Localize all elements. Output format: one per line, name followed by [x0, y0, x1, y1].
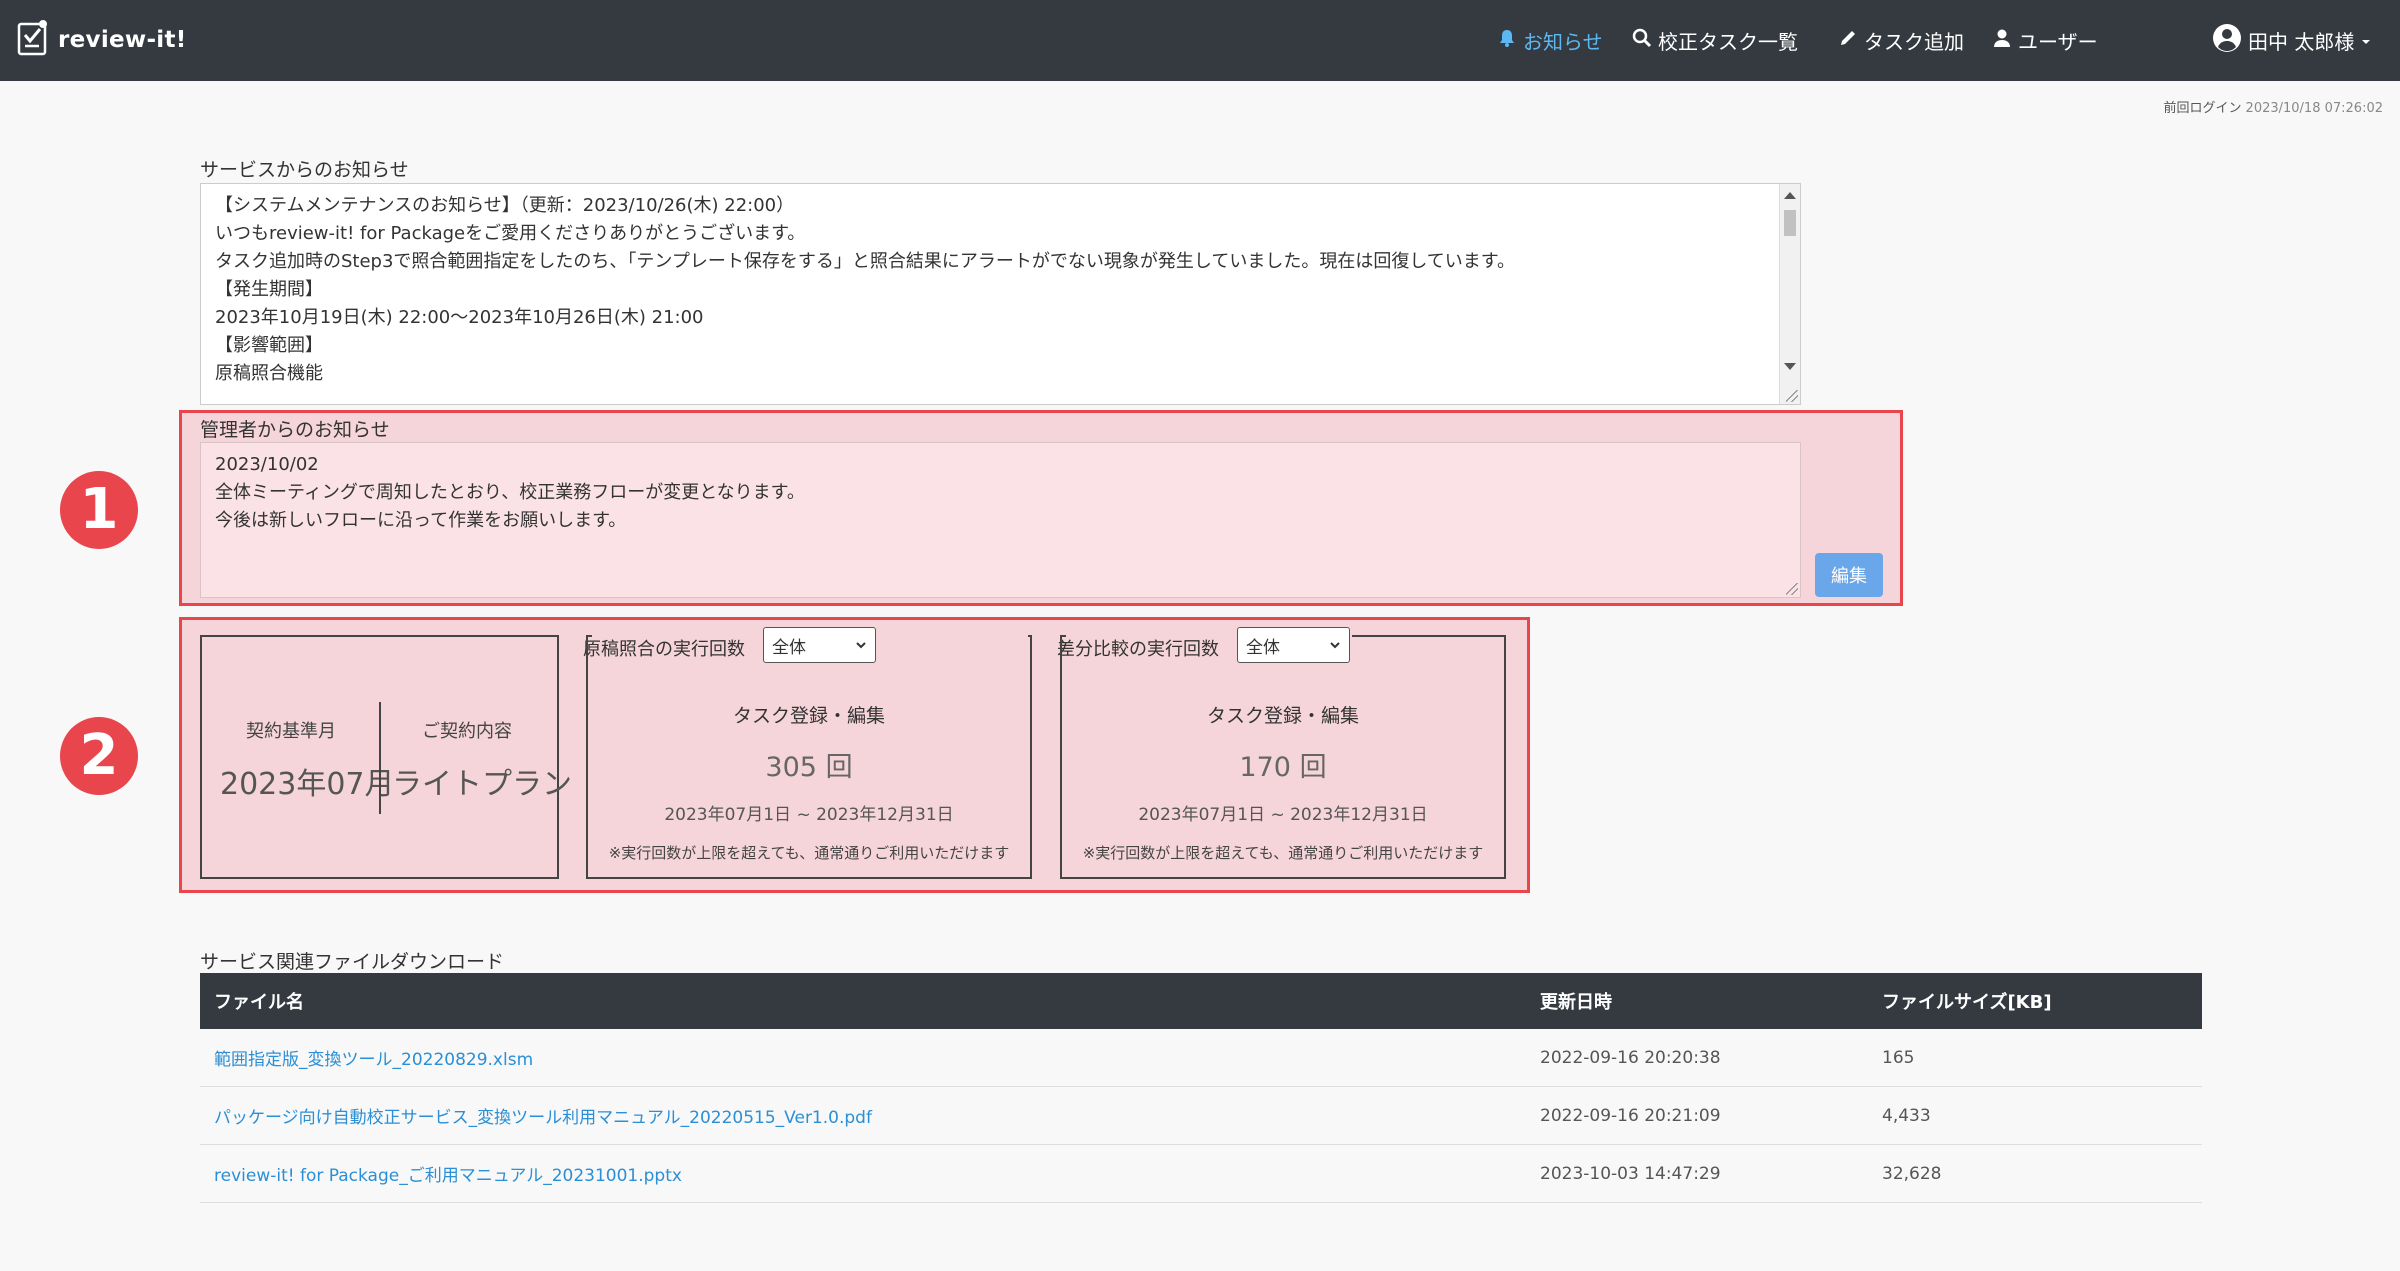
- service-notice-line: 【影響範囲】: [215, 335, 323, 356]
- user-menu-dropdown[interactable]: 田中 太郎様: [2212, 23, 2372, 58]
- manuscript-runs-card: タスク登録・編集 305 回 2023年07月1日 ~ 2023年12月31日 …: [586, 635, 1032, 879]
- callout-1-badge: 1: [60, 471, 138, 549]
- table-header-row: ファイル名 更新日時 ファイルサイズ[KB]: [200, 973, 2202, 1029]
- plan-label: ご契約内容: [422, 721, 512, 742]
- downloads-label: サービス関連ファイルダウンロード: [200, 951, 505, 973]
- downloads-table: ファイル名 更新日時 ファイルサイズ[KB] 範囲指定版_変換ツール_20220…: [200, 973, 2202, 1203]
- manuscript-runs-unit: 回: [825, 752, 853, 783]
- file-updated: 2023-10-03 14:47:29: [1526, 1144, 1868, 1203]
- pencil-icon: [1838, 28, 1858, 53]
- admin-notice-label: 管理者からのお知らせ: [200, 419, 390, 441]
- top-navbar: review-it! お知らせ 校正タスク一覧 タスク追加 ユーザー 田中 太郎…: [0, 0, 2400, 81]
- nav-notices-label: お知らせ: [1523, 30, 1603, 54]
- resize-grip-icon[interactable]: [1786, 390, 1798, 402]
- manuscript-runs-subtitle: タスク登録・編集: [732, 705, 885, 727]
- manuscript-runs-count-line: 305 回: [588, 745, 1030, 784]
- user-avatar-icon: [2212, 23, 2242, 58]
- service-notice-scrollbar[interactable]: [1779, 184, 1800, 404]
- callout-2-badge: 2: [60, 717, 138, 795]
- diff-runs-note: ※実行回数が上限を超えても、通常通りご利用いただけます: [1082, 844, 1484, 862]
- file-download-link[interactable]: パッケージ向け自動校正サービス_変換ツール利用マニュアル_20220515_Ve…: [200, 1086, 1526, 1145]
- diff-runs-count: 170: [1239, 752, 1291, 783]
- table-row: パッケージ向け自動校正サービス_変換ツール利用マニュアル_20220515_Ve…: [200, 1086, 2202, 1145]
- brand-link[interactable]: review-it!: [16, 18, 187, 62]
- column-header-updated: 更新日時: [1526, 973, 1868, 1029]
- service-notice-line: 【システムメンテナンスのお知らせ】（更新：2023/10/26(木) 22:00…: [215, 195, 795, 216]
- service-notice-line: 原稿照合機能: [215, 363, 323, 384]
- base-month-value: 2023年07月: [220, 767, 395, 802]
- file-updated: 2022-09-16 20:21:09: [1526, 1086, 1868, 1145]
- bell-icon: [1497, 28, 1517, 53]
- scroll-down-arrow-icon[interactable]: [1784, 363, 1796, 370]
- admin-notice-line: 全体ミーティングで周知したとおり、校正業務フローが変更となります。: [215, 482, 805, 503]
- nav-task-list-label: 校正タスク一覧: [1658, 30, 1798, 54]
- base-month-label: 契約基準月: [246, 721, 336, 742]
- service-notice-line: 【発生期間】: [215, 279, 323, 300]
- file-size: 4,433: [1868, 1086, 2202, 1145]
- user-icon: [1992, 28, 2012, 53]
- review-it-logo-icon: [16, 18, 50, 62]
- manuscript-runs-note: ※実行回数が上限を超えても、通常通りご利用いただけます: [608, 844, 1010, 862]
- file-updated: 2022-09-16 20:20:38: [1526, 1029, 1868, 1087]
- nav-users-label: ユーザー: [2018, 30, 2098, 54]
- scroll-up-arrow-icon[interactable]: [1784, 192, 1796, 199]
- edit-button[interactable]: 編集: [1815, 553, 1883, 597]
- scroll-thumb[interactable]: [1784, 210, 1796, 236]
- admin-notice-line: 今後は新しいフローに沿って作業をお願いします。: [215, 510, 627, 531]
- table-row: review-it! for Package_ご利用マニュアル_20231001…: [200, 1144, 2202, 1203]
- nav-add-task-label: タスク追加: [1864, 30, 1964, 54]
- last-login-label: 前回ログイン: [2163, 101, 2242, 116]
- contract-card: 契約基準月 2023年07月 ご契約内容 ライトプラン: [200, 635, 572, 879]
- column-header-size: ファイルサイズ[KB]: [1868, 973, 2202, 1029]
- search-icon: [1632, 28, 1652, 53]
- diff-runs-card: タスク登録・編集 170 回 2023年07月1日 ~ 2023年12月31日 …: [1060, 635, 1506, 879]
- diff-runs-period: 2023年07月1日 ~ 2023年12月31日: [1138, 805, 1428, 825]
- file-download-link[interactable]: review-it! for Package_ご利用マニュアル_20231001…: [200, 1144, 1526, 1203]
- manuscript-runs-count: 305: [765, 752, 817, 783]
- contract-divider: [379, 702, 381, 814]
- nav-users[interactable]: ユーザー: [1992, 26, 2098, 55]
- service-notice-line: いつもreview-it! for Packageをご愛用くださりありがとうござ…: [215, 223, 806, 244]
- file-download-link[interactable]: 範囲指定版_変換ツール_20220829.xlsm: [200, 1029, 1526, 1087]
- last-login-info: 前回ログイン 2023/10/18 07:26:02: [2164, 97, 2383, 116]
- user-name: 田中 太郎様: [2248, 30, 2355, 54]
- column-header-file-name: ファイル名: [200, 973, 1526, 1029]
- service-notice-line: 2023年10月19日(木) 22:00～2023年10月26日(木) 21:0…: [215, 307, 704, 328]
- diff-runs-unit: 回: [1299, 752, 1327, 783]
- admin-notice-textarea[interactable]: 2023/10/02 全体ミーティングで周知したとおり、校正業務フローが変更とな…: [200, 442, 1801, 598]
- table-row: 範囲指定版_変換ツール_20220829.xlsm 2022-09-16 20:…: [200, 1029, 2202, 1087]
- brand-name: review-it!: [58, 27, 187, 53]
- manuscript-runs-period: 2023年07月1日 ~ 2023年12月31日: [664, 805, 954, 825]
- last-login-timestamp: 2023/10/18 07:26:02: [2245, 101, 2383, 116]
- resize-grip-icon[interactable]: [1786, 583, 1798, 595]
- service-notice-label: サービスからのお知らせ: [200, 159, 409, 181]
- diff-runs-count-line: 170 回: [1062, 745, 1504, 784]
- admin-notice-line: 2023/10/02: [215, 454, 319, 475]
- plan-value: ライトプラン: [392, 767, 572, 802]
- service-notice-line: タスク追加時のStep3で照合範囲指定をしたのち、「テンプレート保存をする」と照…: [215, 251, 1516, 272]
- nav-add-task[interactable]: タスク追加: [1838, 26, 1964, 55]
- nav-notices[interactable]: お知らせ: [1497, 26, 1603, 55]
- service-notice-textarea[interactable]: 【システムメンテナンスのお知らせ】（更新：2023/10/26(木) 22:00…: [200, 183, 1801, 405]
- nav-task-list[interactable]: 校正タスク一覧: [1632, 26, 1798, 55]
- file-size: 165: [1868, 1029, 2202, 1087]
- caret-down-icon: [2360, 29, 2372, 53]
- diff-runs-subtitle: タスク登録・編集: [1206, 705, 1359, 727]
- file-size: 32,628: [1868, 1144, 2202, 1203]
